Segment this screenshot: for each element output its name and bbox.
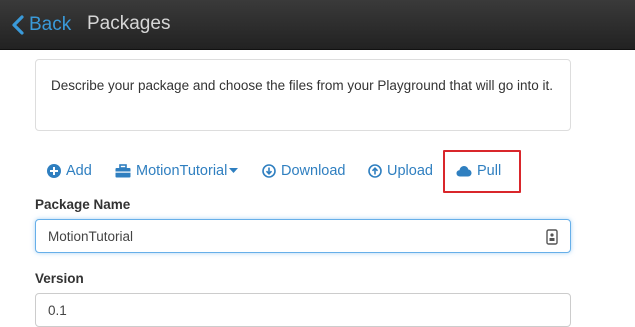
version-value: 0.1	[48, 302, 67, 318]
briefcase-icon	[115, 164, 131, 178]
package-select-label: MotionTutorial	[136, 163, 228, 179]
plus-circle-icon	[47, 164, 61, 178]
description-text: Describe your package and choose the fil…	[51, 78, 554, 93]
page-title: Packages	[87, 13, 171, 34]
pull-highlight-box	[443, 150, 521, 193]
download-button[interactable]: Download	[262, 161, 346, 181]
upload-button[interactable]: Upload	[368, 161, 433, 181]
version-label: Version	[35, 271, 84, 286]
add-label: Add	[66, 163, 92, 179]
back-label: Back	[29, 14, 72, 35]
package-name-value: MotionTutorial	[48, 228, 134, 244]
download-circle-icon	[262, 164, 276, 178]
description-panel: Describe your package and choose the fil…	[35, 59, 571, 131]
version-input[interactable]: 0.1	[35, 293, 571, 327]
back-button[interactable]: Back	[11, 12, 71, 38]
package-name-label: Package Name	[35, 197, 131, 212]
upload-circle-icon	[368, 164, 382, 178]
caret-down-icon	[229, 168, 239, 173]
download-label: Download	[281, 163, 346, 179]
package-name-input[interactable]: MotionTutorial	[35, 219, 571, 253]
package-select-dropdown[interactable]: MotionTutorial	[115, 161, 239, 181]
top-navigation-bar: Back Packages	[0, 0, 635, 50]
add-button[interactable]: Add	[47, 161, 92, 181]
chevron-left-icon	[12, 15, 24, 35]
upload-label: Upload	[387, 163, 433, 179]
contact-card-icon[interactable]	[546, 229, 558, 245]
